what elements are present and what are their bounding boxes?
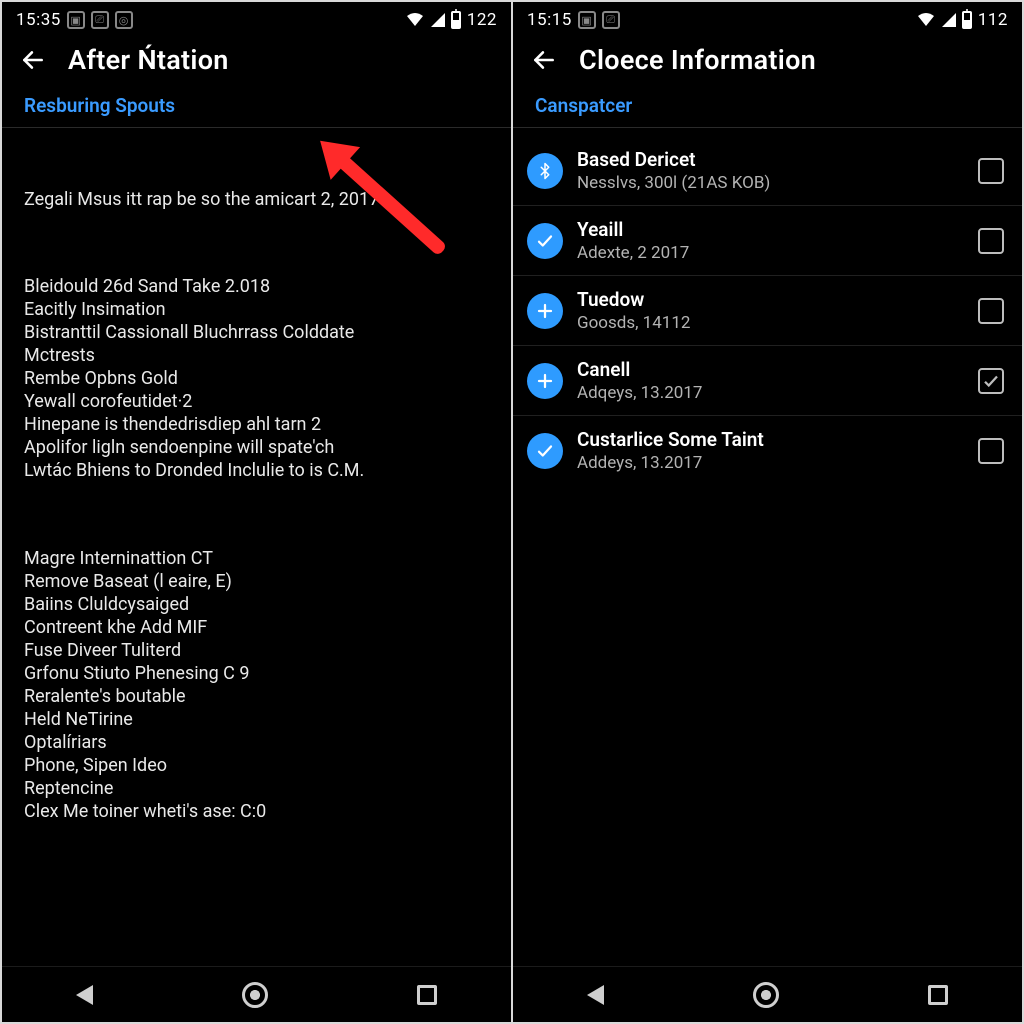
item-subtitle: Addeys, 13.2017 — [577, 453, 964, 473]
item-title: Yeaill — [577, 218, 964, 241]
checkbox[interactable] — [978, 228, 1004, 254]
item-title: Based Dericet — [577, 148, 964, 171]
item-subtitle: Goosds, 14112 — [577, 313, 964, 333]
paragraph: Magre Interninattion CT Remove Baseat (l… — [24, 547, 489, 823]
item-subtitle: Adqeys, 13.2017 — [577, 383, 964, 403]
list-item[interactable]: Based Dericet Nesslvs, 300l (21AS KOB) — [513, 136, 1022, 206]
status-time: 15:15 — [527, 10, 572, 30]
screen-header: After Ńtation — [2, 34, 511, 94]
nav-back-button[interactable] — [587, 985, 604, 1005]
section-heading: Resburing Spouts — [2, 94, 511, 127]
signal-icon — [431, 13, 445, 27]
checkbox[interactable] — [978, 368, 1004, 394]
status-sync-icon: ◎ — [115, 11, 133, 29]
list-item[interactable]: Canell Adqeys, 13.2017 — [513, 346, 1022, 416]
checkbox[interactable] — [978, 438, 1004, 464]
section-heading: Canspatcer — [513, 94, 1022, 127]
list-item[interactable]: Yeaill Adexte, 2 2017 — [513, 206, 1022, 276]
status-notif-icon-2: ⎚ — [602, 11, 620, 29]
checkbox[interactable] — [978, 298, 1004, 324]
status-notif-icon-1: ▣ — [578, 11, 596, 29]
battery-pct: 122 — [467, 10, 497, 30]
status-bar: 15:15 ▣ ⎚ 112 — [513, 2, 1022, 34]
item-title: Canell — [577, 358, 964, 381]
back-button[interactable] — [531, 47, 557, 73]
status-bar: 15:35 ▣ ⎚ ◎ 122 — [2, 2, 511, 34]
list-item[interactable]: Custarlice Some Taint Addeys, 13.2017 — [513, 416, 1022, 485]
plus-icon — [527, 293, 563, 329]
item-list: Based Dericet Nesslvs, 300l (21AS KOB) Y… — [513, 128, 1022, 485]
status-notif-icon-2: ⎚ — [91, 11, 109, 29]
nav-recents-button[interactable] — [928, 985, 948, 1005]
system-nav-bar — [2, 966, 511, 1022]
signal-icon — [942, 13, 956, 27]
item-subtitle: Adexte, 2 2017 — [577, 243, 964, 263]
nav-home-button[interactable] — [242, 982, 268, 1008]
item-title: Custarlice Some Taint — [577, 428, 964, 451]
wifi-icon — [916, 12, 936, 28]
back-button[interactable] — [20, 47, 46, 73]
check-icon — [527, 223, 563, 259]
nav-recents-button[interactable] — [417, 985, 437, 1005]
phone-screen-right: 15:15 ▣ ⎚ 112 Cloece Information Cansp — [512, 0, 1024, 1024]
screen-header: Cloece Information — [513, 34, 1022, 94]
page-title: After Ńtation — [68, 44, 229, 76]
bluetooth-icon — [527, 153, 563, 189]
checkbox[interactable] — [978, 158, 1004, 184]
page-title: Cloece Information — [579, 44, 816, 76]
check-icon — [527, 433, 563, 469]
wifi-icon — [405, 12, 425, 28]
item-subtitle: Nesslvs, 300l (21AS KOB) — [577, 173, 964, 193]
system-nav-bar — [513, 966, 1022, 1022]
status-notif-icon-1: ▣ — [67, 11, 85, 29]
paragraph: Zegali Msus itt rap be so the amicart 2,… — [24, 188, 489, 211]
battery-pct: 112 — [978, 10, 1008, 30]
content-body: Zegali Msus itt rap be so the amicart 2,… — [2, 128, 511, 887]
status-time: 15:35 — [16, 10, 61, 30]
plus-icon — [527, 363, 563, 399]
nav-back-button[interactable] — [76, 985, 93, 1005]
list-item[interactable]: Tuedow Goosds, 14112 — [513, 276, 1022, 346]
battery-icon — [451, 11, 461, 29]
paragraph: Bleidould 26d Sand Take 2.018 Eacitly In… — [24, 275, 489, 482]
nav-home-button[interactable] — [753, 982, 779, 1008]
battery-icon — [962, 11, 972, 29]
item-title: Tuedow — [577, 288, 964, 311]
phone-screen-left: 15:35 ▣ ⎚ ◎ 122 After Ńtation — [0, 0, 512, 1024]
